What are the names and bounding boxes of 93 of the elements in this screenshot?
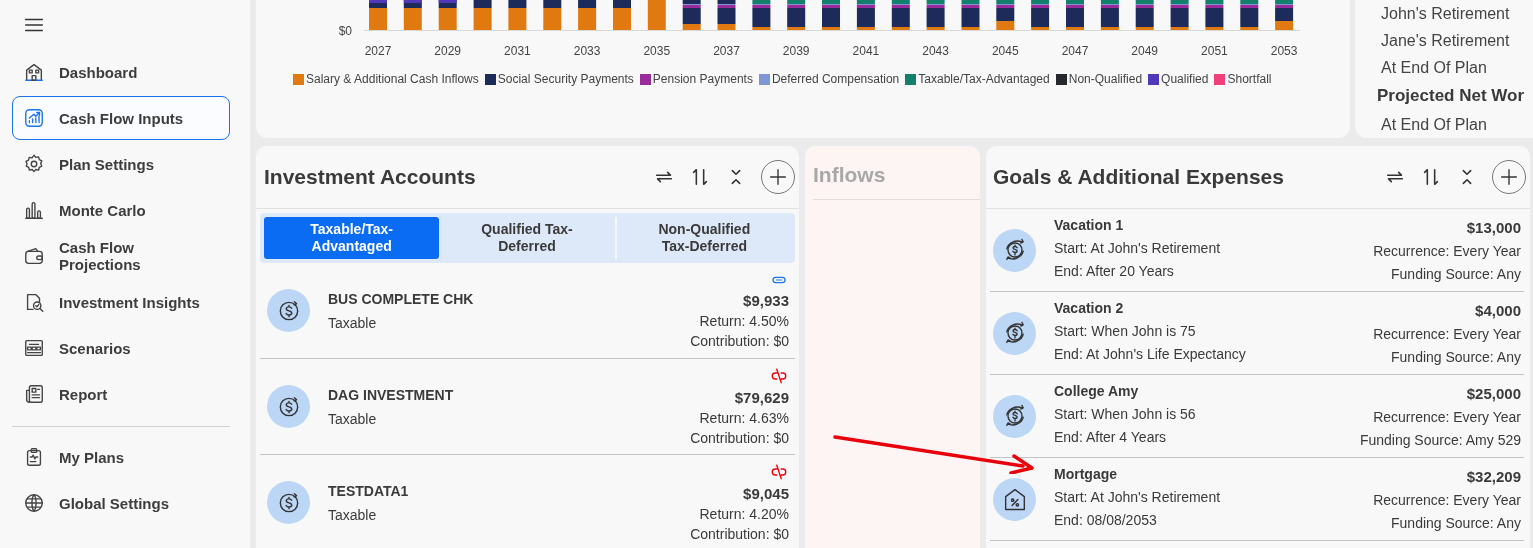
nav-item[interactable]: Dashboard (12, 50, 230, 94)
goal-name: Mortgage (1054, 466, 1117, 482)
goal-amount: $32,209 (1466, 468, 1521, 485)
account-name: DAG INVESTMENT (328, 386, 455, 403)
newspaper-icon (23, 383, 45, 405)
axis-label: 2041 (852, 44, 880, 58)
summary-label: At End Of Plan (1381, 115, 1487, 135)
axis-label: 2047 (1061, 44, 1089, 58)
axis-label: 2043 (922, 44, 949, 58)
account-name: BUS COMPLETE CHK (328, 290, 475, 307)
nav-item[interactable]: Cash Flow Projections (12, 234, 230, 278)
legend-label: Non-Qualified (1068, 72, 1143, 86)
axis-label: $0 (338, 24, 352, 38)
axis-label: 2033 (573, 44, 601, 58)
card-title: Goals & Additional Expenses (993, 165, 1285, 189)
wallet-icon (23, 245, 45, 267)
axis-label: 2039 (782, 44, 810, 58)
nav-item[interactable]: Monte Carlo (12, 188, 230, 232)
axis-label: 2049 (1131, 44, 1159, 58)
goal-start: Start: When John is 75 (1054, 323, 1196, 339)
calculator-icon (23, 337, 45, 359)
goal-funding-source: Funding Source: Any (1391, 349, 1521, 365)
goal-recurrence: Recurrence: Every Year (1373, 492, 1521, 508)
account-contribution: Contribution: $0 (690, 333, 789, 349)
goal-funding-source: Funding Source: Amy 529 (1359, 432, 1521, 448)
plus-icon (1498, 166, 1520, 188)
goal-start: Start: At John's Retirement (1054, 240, 1221, 256)
account-balance: $79,629 (734, 389, 789, 406)
section-heading: Projected Net Wor (1377, 85, 1525, 107)
account-contribution: Contribution: $0 (690, 526, 789, 542)
goal-amount: $25,000 (1466, 385, 1521, 402)
account-return: Return: 4.50% (699, 313, 789, 329)
account-contribution: Contribution: $0 (690, 430, 789, 446)
account-type: Taxable (328, 506, 378, 523)
account-balance: $9,045 (743, 485, 789, 502)
chart-growth-icon (23, 107, 45, 129)
legend-label: Shortfall (1227, 72, 1272, 86)
axis-label: 2045 (991, 44, 1019, 58)
nav-item[interactable]: Cash Flow Inputs (12, 96, 230, 140)
nav-item[interactable]: Report (12, 372, 230, 416)
legend-label: Taxable/Tax-Advantaged (918, 72, 1050, 86)
axis-label: 2031 (504, 44, 531, 58)
nav-item[interactable]: My Plans (12, 435, 230, 479)
goal-name: Vacation 2 (1054, 300, 1124, 316)
summary-label: At End Of Plan (1381, 58, 1487, 78)
account-balance: $9,933 (743, 292, 789, 309)
summary-label: Jane's Retirement (1381, 31, 1510, 51)
tab[interactable]: Non-Qualified Tax-Deferred (614, 217, 792, 259)
goal-end: End: After 4 Years (1054, 429, 1167, 445)
goal-end: End: 08/08/2053 (1054, 512, 1157, 528)
goal-end: End: At John's Life Expectancy (1054, 346, 1246, 362)
axis-label: 2051 (1201, 44, 1228, 58)
account-return: Return: 4.20% (699, 506, 789, 522)
legend-label: Deferred Compensation (771, 72, 900, 86)
goal-end: End: After 20 Years (1054, 263, 1174, 279)
card-title: Inflows (813, 162, 887, 188)
goal-recurrence: Recurrence: Every Year (1373, 409, 1521, 425)
nav-item[interactable]: Plan Settings (12, 142, 230, 186)
goal-funding-source: Funding Source: Any (1391, 266, 1521, 282)
axis-label: 2027 (364, 44, 392, 58)
goal-start: Start: When John is 56 (1054, 406, 1196, 422)
nav-item[interactable]: Scenarios (12, 326, 230, 370)
nav-item[interactable]: Investment Insights (12, 280, 230, 324)
tab[interactable]: Qualified Tax-Deferred (439, 217, 615, 259)
goal-name: Vacation 1 (1054, 217, 1124, 233)
plus-icon (767, 166, 789, 188)
account-return: Return: 4.63% (699, 410, 789, 426)
goal-recurrence: Recurrence: Every Year (1373, 243, 1521, 259)
goal-amount: $4,000 (1475, 302, 1521, 319)
summary-label: John's Retirement (1381, 4, 1510, 24)
account-name: TESTDATA1 (328, 482, 410, 499)
nav-item[interactable]: Global Settings (12, 481, 230, 525)
goal-name: College Amy (1054, 383, 1139, 399)
axis-label: 2053 (1270, 44, 1298, 58)
axis-label: 2035 (643, 44, 671, 58)
legend-label: Salary & Additional Cash Inflows (306, 72, 479, 86)
legend-label: Pension Payments (652, 72, 753, 86)
account-type: Taxable (328, 314, 378, 331)
legend-label: Qualified (1161, 72, 1209, 86)
goal-recurrence: Recurrence: Every Year (1373, 326, 1521, 342)
tab[interactable]: Taxable/Tax-Advantaged (264, 217, 440, 259)
axis-label: 2029 (434, 44, 462, 58)
card-title: Investment Accounts (264, 165, 477, 189)
legend-label: Social Security Payments (497, 72, 634, 86)
house-icon (23, 61, 45, 83)
goal-start: Start: At John's Retirement (1054, 489, 1221, 505)
account-type: Taxable (328, 410, 378, 427)
globe-icon (23, 492, 45, 514)
gear-icon (23, 153, 45, 175)
axis-label: 2037 (713, 44, 740, 58)
bar-chart-icon (23, 199, 45, 221)
goal-funding-source: Funding Source: Any (1391, 515, 1521, 531)
goal-amount: $13,000 (1466, 219, 1521, 236)
